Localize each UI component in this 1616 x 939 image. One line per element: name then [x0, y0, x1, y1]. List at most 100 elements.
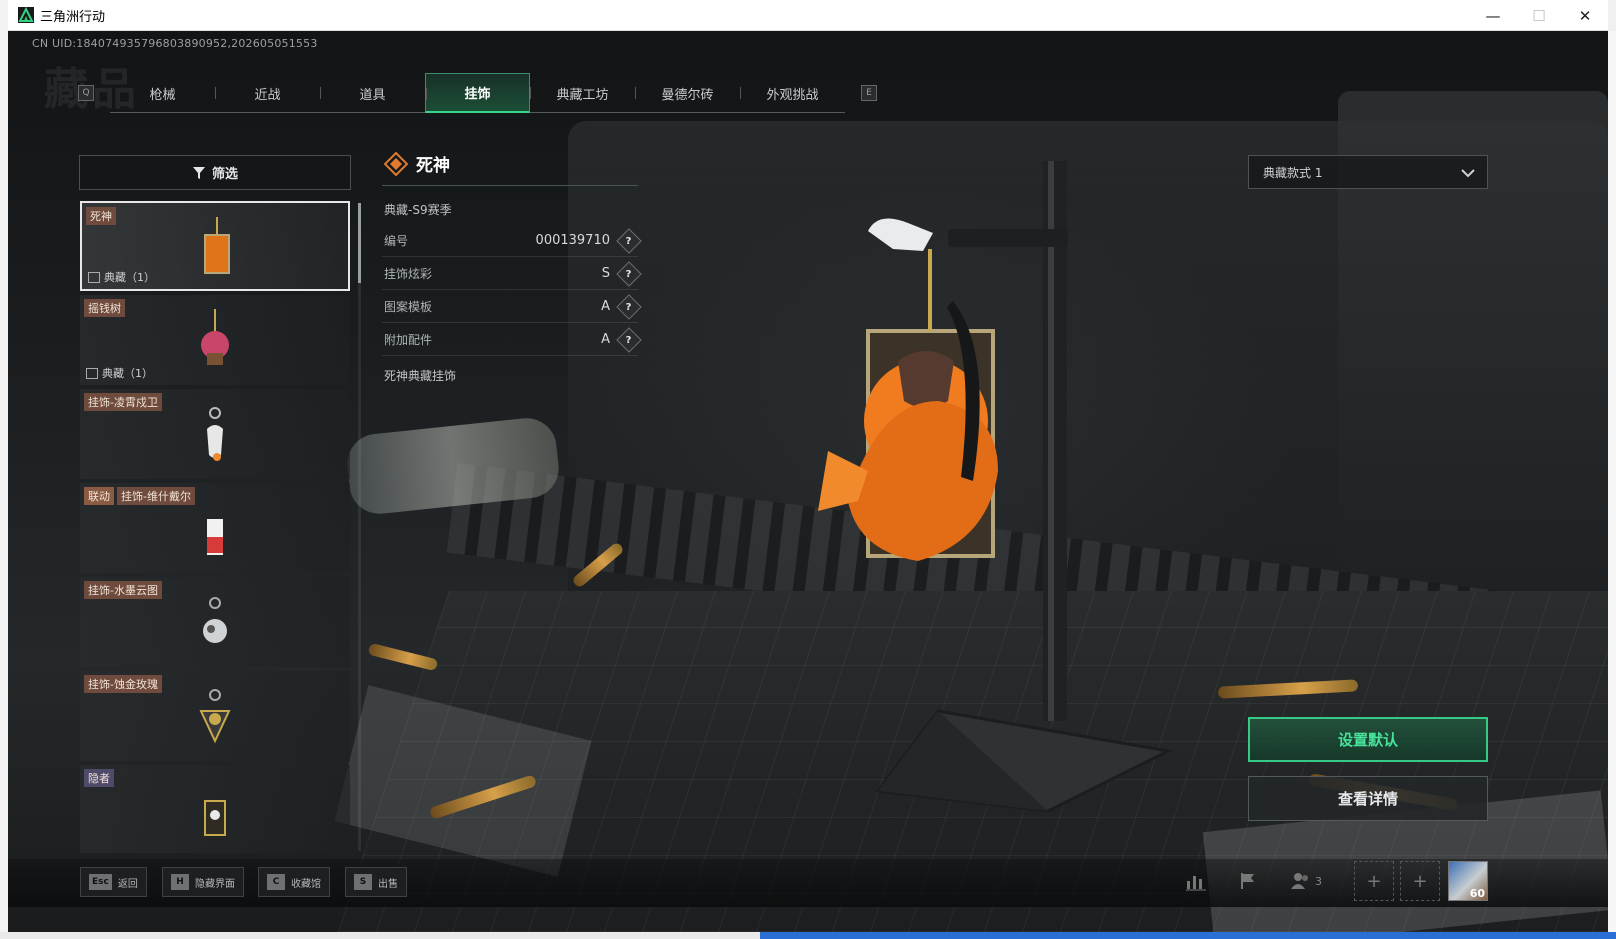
tab-firearms[interactable]: 枪械	[110, 73, 215, 113]
item-tag: 摇钱树	[84, 299, 125, 317]
list-scrollbar[interactable]	[358, 203, 361, 851]
attribute-row-finish: 挂饰炫彩 S ?	[382, 258, 642, 290]
attribute-value: 000139710	[535, 233, 610, 248]
next-tab-key-hint[interactable]: E	[861, 85, 877, 101]
friends-icon	[1291, 873, 1308, 889]
close-button[interactable]: ✕	[1562, 0, 1608, 31]
friends-button[interactable]: 3	[1286, 861, 1326, 901]
hint-label: 返回	[117, 878, 138, 890]
help-glyph: ?	[626, 268, 632, 279]
charm-thumbnail	[199, 689, 231, 744]
help-icon[interactable]: ?	[616, 260, 642, 287]
charm-display-stand	[818, 161, 1173, 813]
category-tabs: Q 枪械 近战 道具 挂饰 典藏工坊 曼德尔砖 外观挑战 E	[78, 73, 888, 113]
charm-thumbnail	[204, 800, 226, 836]
item-tag: 挂饰-维什戴尔	[117, 487, 195, 505]
attribute-value: S	[601, 266, 610, 281]
filter-label: 筛选	[211, 167, 238, 182]
flag-button[interactable]	[1228, 861, 1268, 901]
style-dropdown[interactable]: 典藏款式 1	[1248, 155, 1488, 189]
list-item-lingxiao-guard[interactable]: 挂饰-凌霄戍卫	[80, 389, 350, 479]
item-tag: 死神	[86, 207, 116, 225]
item-tag: 挂饰-凌霄戍卫	[84, 393, 162, 411]
key-badge: H	[171, 874, 189, 890]
taskbar-accent	[760, 932, 1616, 939]
set-default-button[interactable]: 设置默认	[1248, 717, 1488, 762]
detail-name: 死神	[416, 156, 450, 176]
help-icon[interactable]: ?	[616, 293, 642, 320]
window-title: 三角洲行动	[40, 9, 106, 25]
collection-frame-icon	[88, 271, 100, 283]
left-edge-strip	[0, 0, 8, 932]
maximize-button[interactable]: ☐	[1516, 0, 1562, 31]
charm-list: 死神 典藏（1） 摇钱树 典藏（1） 挂饰-凌霄戍卫 联动 挂饰-维什戴尔 挂饰-…	[80, 201, 350, 853]
list-item-wisdel[interactable]: 联动 挂饰-维什戴尔	[80, 483, 350, 573]
attribute-value: A	[601, 299, 610, 314]
hint-label: 隐藏界面	[195, 878, 235, 890]
charm-thumbnail	[203, 597, 227, 643]
list-item-hermit[interactable]: 隐者	[80, 765, 350, 853]
bar-chart-icon	[1186, 876, 1206, 891]
charm-thumbnail	[201, 309, 229, 365]
add-slot-button[interactable]: +	[1400, 861, 1440, 901]
list-item-gilded-rose[interactable]: 挂饰-蚀金玫瑰	[80, 671, 350, 761]
key-badge: Esc	[89, 874, 112, 890]
chevron-down-icon	[1461, 169, 1475, 178]
hint-hide-ui[interactable]: H 隐藏界面	[162, 867, 244, 897]
list-item-ink-cloud[interactable]: 挂饰-水墨云图	[80, 577, 350, 667]
attribute-label: 附加配件	[384, 333, 433, 347]
tab-mandel-brick[interactable]: 曼德尔砖	[635, 73, 740, 113]
list-item-reaper[interactable]: 死神 典藏（1）	[80, 201, 350, 291]
hint-label: 收藏馆	[291, 878, 321, 890]
list-item-money-tree[interactable]: 摇钱树 典藏（1）	[80, 295, 350, 385]
help-icon[interactable]: ?	[616, 227, 642, 254]
attribute-label: 图案模板	[384, 300, 433, 314]
detail-header: 死神	[384, 151, 450, 176]
item-footer-label: 典藏（1）	[102, 367, 153, 380]
filter-icon	[192, 166, 205, 179]
key-badge: S	[354, 874, 372, 890]
attribute-label: 编号	[384, 234, 409, 248]
key-badge: C	[267, 874, 285, 890]
collection-frame-icon	[86, 367, 98, 379]
game-viewport: CN UID:18407493579680389095​2,2026050515…	[8, 31, 1608, 932]
hint-back[interactable]: Esc 返回	[80, 867, 147, 897]
attribute-row-pattern: 图案模板 A ?	[382, 291, 642, 323]
detail-description: 死神典藏挂饰	[384, 369, 457, 383]
detail-divider	[382, 185, 638, 186]
stats-button[interactable]	[1176, 861, 1216, 901]
charm-thumbnail	[207, 519, 223, 555]
help-glyph: ?	[626, 334, 632, 345]
flag-icon	[1241, 873, 1254, 889]
detail-season: 典藏-S9赛季	[384, 203, 452, 217]
hint-sell[interactable]: S 出售	[345, 867, 407, 897]
player-uid: CN UID:18407493579680389095​2,2026050515…	[32, 37, 318, 50]
avatar[interactable]: 60	[1448, 861, 1488, 901]
bullet-decoration	[367, 642, 439, 672]
prev-tab-key-hint[interactable]: Q	[78, 85, 94, 101]
list-scroll-thumb[interactable]	[358, 203, 361, 283]
avatar-level: 60	[1469, 887, 1485, 900]
tab-items[interactable]: 道具	[320, 73, 425, 113]
attribute-label: 挂饰炫彩	[384, 267, 433, 281]
attribute-row-accessory: 附加配件 A ?	[382, 324, 642, 356]
item-tag: 挂饰-水墨云图	[84, 581, 162, 599]
hint-label: 出售	[378, 878, 398, 890]
right-edge-strip	[1608, 31, 1616, 932]
charm-thumbnail	[204, 217, 230, 274]
help-icon[interactable]: ?	[616, 326, 642, 353]
tab-appearance-challenge[interactable]: 外观挑战	[740, 73, 845, 113]
minimize-button[interactable]: —	[1470, 0, 1516, 31]
hint-collection-hall[interactable]: C 收藏馆	[258, 867, 330, 897]
view-details-button[interactable]: 查看详情	[1248, 776, 1488, 821]
add-slot-button[interactable]: +	[1354, 861, 1394, 901]
tab-collection-workshop[interactable]: 典藏工坊	[530, 73, 635, 113]
help-glyph: ?	[626, 301, 632, 312]
tab-melee[interactable]: 近战	[215, 73, 320, 113]
tab-charms[interactable]: 挂饰	[425, 73, 530, 113]
item-tag: 隐者	[84, 769, 114, 787]
item-tag: 挂饰-蚀金玫瑰	[84, 675, 162, 693]
filter-button[interactable]: 筛选	[79, 155, 351, 190]
attribute-row-serial: 编号 000139710 ?	[382, 225, 642, 257]
help-glyph: ?	[626, 235, 632, 246]
